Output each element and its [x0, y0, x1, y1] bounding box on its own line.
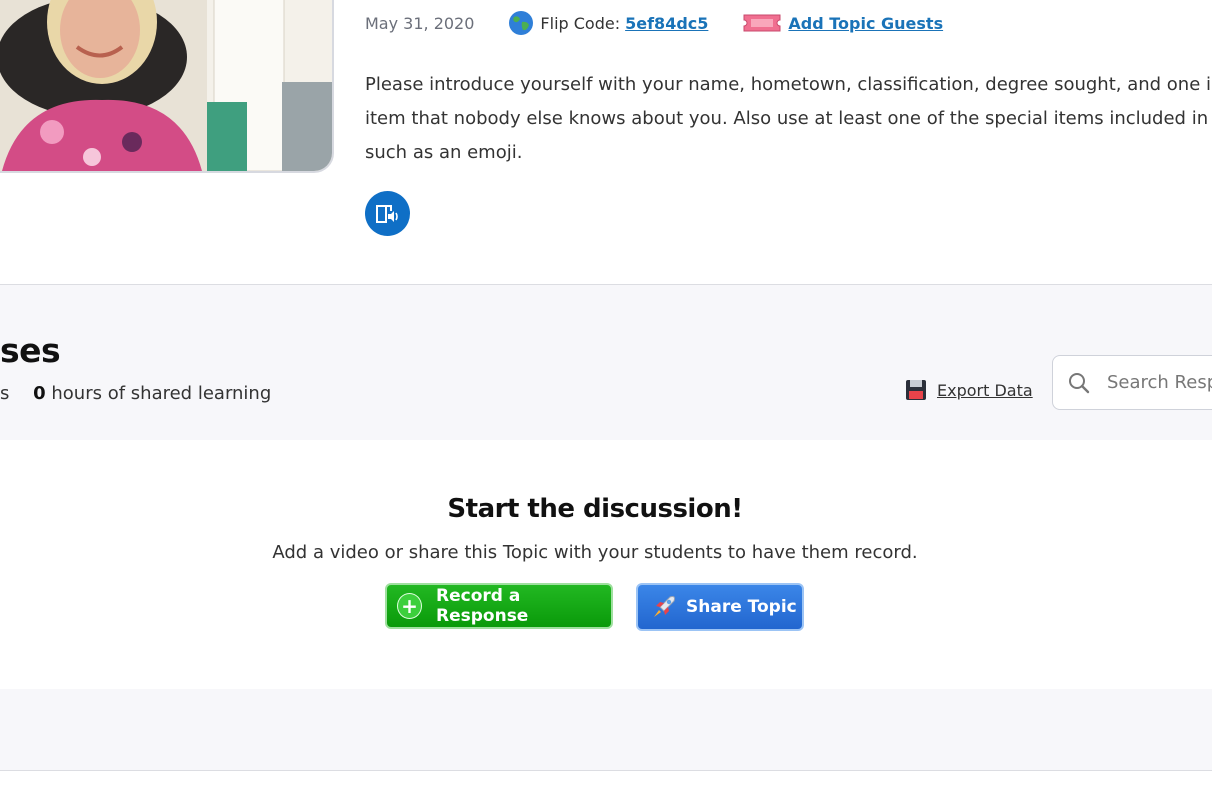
flip-code-label: Flip Code: — [540, 13, 621, 33]
floppy-disk-icon — [906, 380, 926, 400]
topic-description: Please introduce yourself with your name… — [365, 68, 1212, 170]
add-guests-group[interactable]: Add Topic Guests — [742, 11, 943, 35]
export-data-button[interactable]: Export Data — [904, 378, 1033, 402]
record-response-label: Record a Response — [436, 586, 529, 626]
stats-prefix: s — [0, 383, 10, 404]
search-responses-input[interactable] — [1105, 371, 1212, 394]
export-data-label: Export Data — [937, 380, 1033, 400]
hours-value: 0 — [33, 383, 46, 404]
hours-label: hours of shared learning — [51, 383, 272, 404]
record-response-button[interactable]: + Record a Response — [385, 583, 613, 629]
flip-code-group: Flip Code: 5ef84dc5 — [508, 10, 708, 36]
bottom-divider — [0, 770, 1212, 771]
rocket-icon — [654, 596, 675, 617]
bottom-band — [0, 689, 1212, 770]
flip-code-link[interactable]: 5ef84dc5 — [625, 14, 708, 33]
immersive-reader-button[interactable] — [365, 191, 410, 236]
description-line: such as an emoji. — [365, 142, 523, 163]
share-topic-label: Share Topic — [686, 597, 797, 617]
start-discussion-subtitle: Add a video or share this Topic with you… — [272, 542, 918, 563]
share-topic-button[interactable]: Share Topic — [636, 583, 804, 631]
globe-icon — [509, 11, 534, 35]
description-line: Please introduce yourself with your name… — [365, 74, 1212, 95]
start-discussion-title: Start the discussion! — [447, 494, 743, 524]
description-line: item that nobody else knows about you. A… — [365, 108, 1212, 129]
responses-stats: s 0 hours of shared learning — [0, 383, 271, 404]
search-icon — [1069, 372, 1090, 393]
topic-date: May 31, 2020 — [365, 13, 475, 33]
topic-meta-row: May 31, 2020 Flip Code: 5ef84dc5 Add Top… — [365, 10, 943, 36]
search-responses-box[interactable] — [1052, 355, 1212, 410]
plus-icon: + — [397, 593, 422, 619]
responses-header-band — [0, 285, 1212, 440]
responses-title: ses — [0, 331, 61, 370]
immersive-reader-icon — [375, 204, 398, 223]
topic-video-thumbnail[interactable] — [0, 0, 334, 173]
add-topic-guests-link[interactable]: Add Topic Guests — [788, 14, 943, 33]
guest-ticket-icon — [743, 14, 781, 32]
